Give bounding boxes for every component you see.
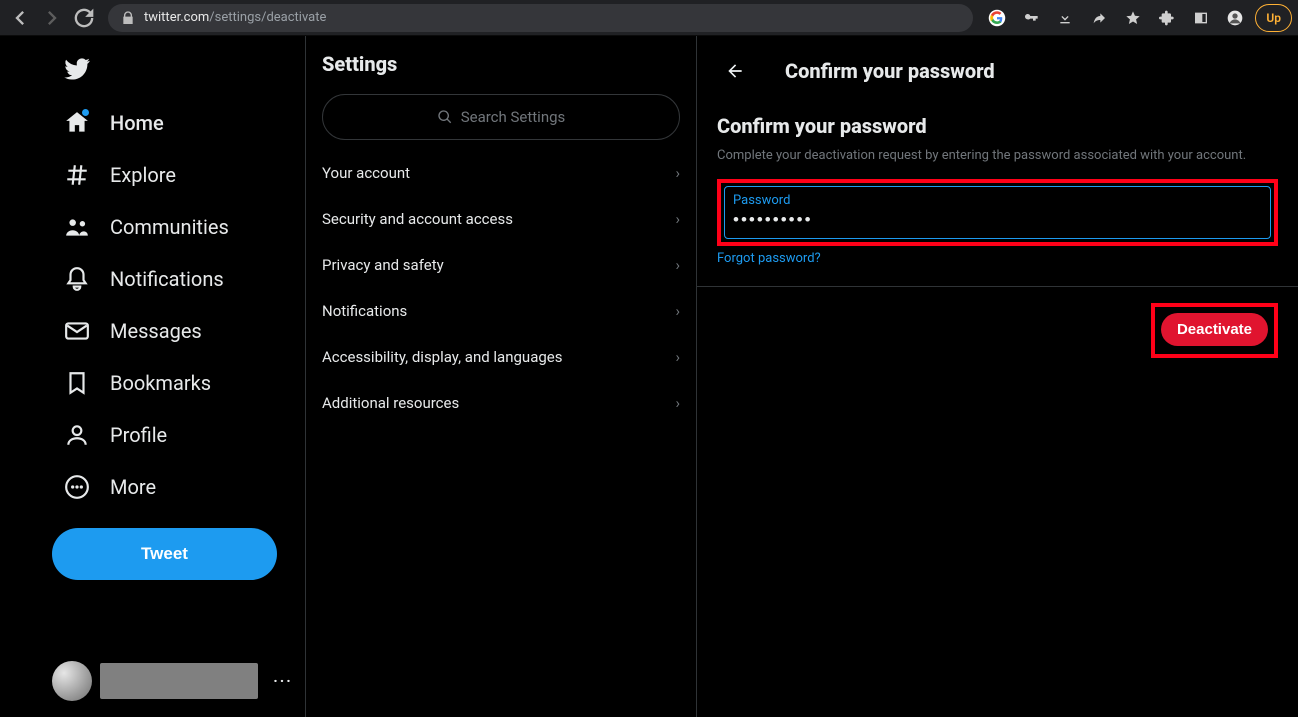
forgot-password-link[interactable]: Forgot password? — [717, 251, 821, 266]
nav-messages[interactable]: Messages — [52, 308, 214, 354]
nav-label: Messages — [110, 319, 202, 343]
nav-label: Profile — [110, 423, 167, 447]
password-key-icon[interactable] — [1017, 4, 1045, 32]
arrow-right-icon — [38, 4, 66, 32]
settings-item-security[interactable]: Security and account access › — [306, 196, 696, 242]
chevron-right-icon: › — [675, 394, 680, 412]
side-panel-icon[interactable] — [1187, 4, 1215, 32]
browser-forward-button[interactable] — [38, 4, 66, 32]
settings-search[interactable]: Search Settings — [322, 94, 680, 140]
hash-icon — [64, 162, 90, 188]
browser-upgrade-button[interactable]: Up — [1255, 4, 1292, 32]
reload-icon — [70, 4, 98, 32]
detail-panel: Confirm your password Confirm your passw… — [697, 36, 1298, 717]
chevron-right-icon: › — [675, 164, 680, 182]
avatar — [52, 661, 92, 701]
annotation-highlight-deactivate: Deactivate — [1151, 303, 1278, 358]
nav-bookmarks[interactable]: Bookmarks — [52, 360, 223, 406]
download-icon[interactable] — [1051, 4, 1079, 32]
mail-icon — [64, 318, 90, 344]
nav-home[interactable]: Home — [52, 100, 176, 146]
settings-item-your-account[interactable]: Your account › — [306, 150, 696, 196]
settings-item-label: Notifications — [322, 302, 407, 320]
share-icon[interactable] — [1085, 4, 1113, 32]
ellipsis-circle-icon — [64, 474, 90, 500]
lock-icon — [120, 10, 136, 26]
settings-item-privacy[interactable]: Privacy and safety › — [306, 242, 696, 288]
settings-item-label: Accessibility, display, and languages — [322, 348, 562, 366]
settings-item-additional[interactable]: Additional resources › — [306, 380, 696, 426]
nav-label: Communities — [110, 215, 229, 239]
settings-item-notifications[interactable]: Notifications › — [306, 288, 696, 334]
account-switcher[interactable]: ··· — [52, 661, 305, 701]
bookmark-icon — [64, 370, 90, 396]
password-field[interactable]: Password — [724, 186, 1271, 239]
search-placeholder: Search Settings — [461, 108, 566, 126]
chevron-right-icon: › — [675, 302, 680, 320]
deactivate-button[interactable]: Deactivate — [1161, 313, 1268, 346]
extensions-icon[interactable] — [1153, 4, 1181, 32]
nav-label: Notifications — [110, 267, 224, 291]
browser-back-button[interactable] — [6, 4, 34, 32]
chevron-right-icon: › — [675, 210, 680, 228]
nav-label: More — [110, 475, 156, 499]
profile-avatar-icon[interactable] — [1221, 4, 1249, 32]
arrow-left-icon — [6, 4, 34, 32]
account-more-button[interactable]: ··· — [266, 672, 300, 690]
nav-label: Home — [110, 111, 164, 135]
browser-toolbar: twitter.com/settings/deactivate Up — [0, 0, 1298, 36]
detail-header-title: Confirm your password — [785, 59, 995, 83]
url-host: twitter.com/settings/deactivate — [144, 10, 326, 25]
nav-explore[interactable]: Explore — [52, 152, 188, 198]
chevron-right-icon: › — [675, 348, 680, 366]
nav-label: Explore — [110, 163, 176, 187]
account-name-redacted — [100, 663, 258, 699]
nav-profile[interactable]: Profile — [52, 412, 179, 458]
browser-reload-button[interactable] — [70, 4, 98, 32]
search-icon — [437, 109, 453, 125]
people-icon — [64, 214, 90, 240]
nav-label: Bookmarks — [110, 371, 211, 395]
bookmark-star-icon[interactable] — [1119, 4, 1147, 32]
google-account-icon[interactable] — [983, 4, 1011, 32]
password-label: Password — [733, 193, 1262, 208]
back-button[interactable] — [717, 53, 753, 89]
person-icon — [64, 422, 90, 448]
nav-communities[interactable]: Communities — [52, 204, 241, 250]
tweet-button[interactable]: Tweet — [52, 528, 277, 580]
settings-item-accessibility[interactable]: Accessibility, display, and languages › — [306, 334, 696, 380]
twitter-logo-button[interactable] — [52, 44, 102, 94]
twitter-bird-icon — [63, 55, 91, 83]
settings-item-label: Privacy and safety — [322, 256, 444, 274]
bell-icon — [64, 266, 90, 292]
section-description: Complete your deactivation request by en… — [717, 148, 1278, 163]
annotation-highlight-password: Password — [717, 179, 1278, 246]
settings-item-label: Your account — [322, 164, 410, 182]
settings-item-label: Additional resources — [322, 394, 459, 412]
nav-notifications[interactable]: Notifications — [52, 256, 236, 302]
unread-dot-icon — [82, 109, 89, 116]
settings-title: Settings — [306, 36, 696, 80]
chevron-right-icon: › — [675, 256, 680, 274]
browser-url-bar[interactable]: twitter.com/settings/deactivate — [108, 4, 973, 32]
divider — [697, 286, 1298, 287]
password-input[interactable] — [733, 208, 1262, 230]
arrow-left-icon — [725, 61, 745, 81]
settings-panel: Settings Search Settings Your account › … — [306, 36, 697, 717]
nav-more[interactable]: More — [52, 464, 168, 510]
section-title: Confirm your password — [717, 114, 1278, 138]
settings-item-label: Security and account access — [322, 210, 513, 228]
primary-nav: Home Explore Communities Notifications M… — [0, 36, 306, 717]
